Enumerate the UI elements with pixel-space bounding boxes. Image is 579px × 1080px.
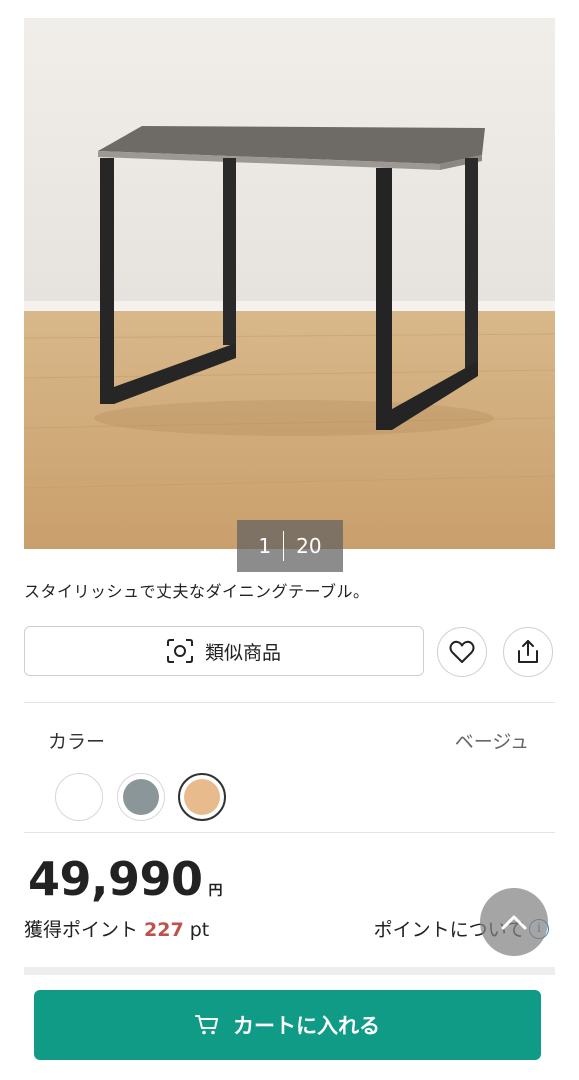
dining-table-photo xyxy=(24,18,555,549)
points-unit: pt xyxy=(189,919,210,941)
price: 49,990 円 xyxy=(28,852,222,906)
swatch-fill xyxy=(184,779,220,815)
selected-color-name: ベージュ xyxy=(454,731,529,753)
camera-scan-icon xyxy=(166,639,193,663)
add-to-cart-button[interactable]: カートに入れる xyxy=(34,990,541,1060)
image-counter: 1 20 xyxy=(237,520,343,572)
scroll-to-top-button[interactable] xyxy=(480,888,548,956)
section-divider xyxy=(24,832,555,833)
cart-icon xyxy=(195,1014,219,1036)
image-counter-divider xyxy=(283,531,285,561)
swatch-fill xyxy=(61,779,97,815)
section-divider xyxy=(24,702,555,703)
price-currency: 円 xyxy=(208,883,223,899)
similar-items-label: 類似商品 xyxy=(204,641,281,664)
heart-icon xyxy=(449,640,475,664)
color-swatch-gray[interactable] xyxy=(117,773,165,821)
points-label: 獲得ポイント xyxy=(24,919,139,941)
color-swatch-beige[interactable] xyxy=(178,773,226,821)
points-value: 227 xyxy=(144,919,184,941)
share-icon xyxy=(516,639,540,665)
share-button[interactable] xyxy=(503,627,553,677)
add-to-cart-label: カートに入れる xyxy=(233,1014,380,1038)
chevron-up-icon xyxy=(501,914,527,930)
favorite-button[interactable] xyxy=(437,627,487,677)
color-label: カラー xyxy=(48,731,106,753)
price-value: 49,990 xyxy=(28,852,203,906)
product-description: スタイリッシュで丈夫なダイニングテーブル。 xyxy=(24,582,370,601)
image-counter-current: 1 xyxy=(258,534,272,558)
swatch-fill xyxy=(123,779,159,815)
product-image[interactable] xyxy=(24,18,555,549)
color-swatch-white[interactable] xyxy=(55,773,103,821)
similar-items-button[interactable]: 類似商品 xyxy=(24,626,424,676)
earned-points: 獲得ポイント 227 pt xyxy=(24,915,209,942)
image-counter-total: 20 xyxy=(296,534,322,558)
section-separator xyxy=(24,967,555,975)
